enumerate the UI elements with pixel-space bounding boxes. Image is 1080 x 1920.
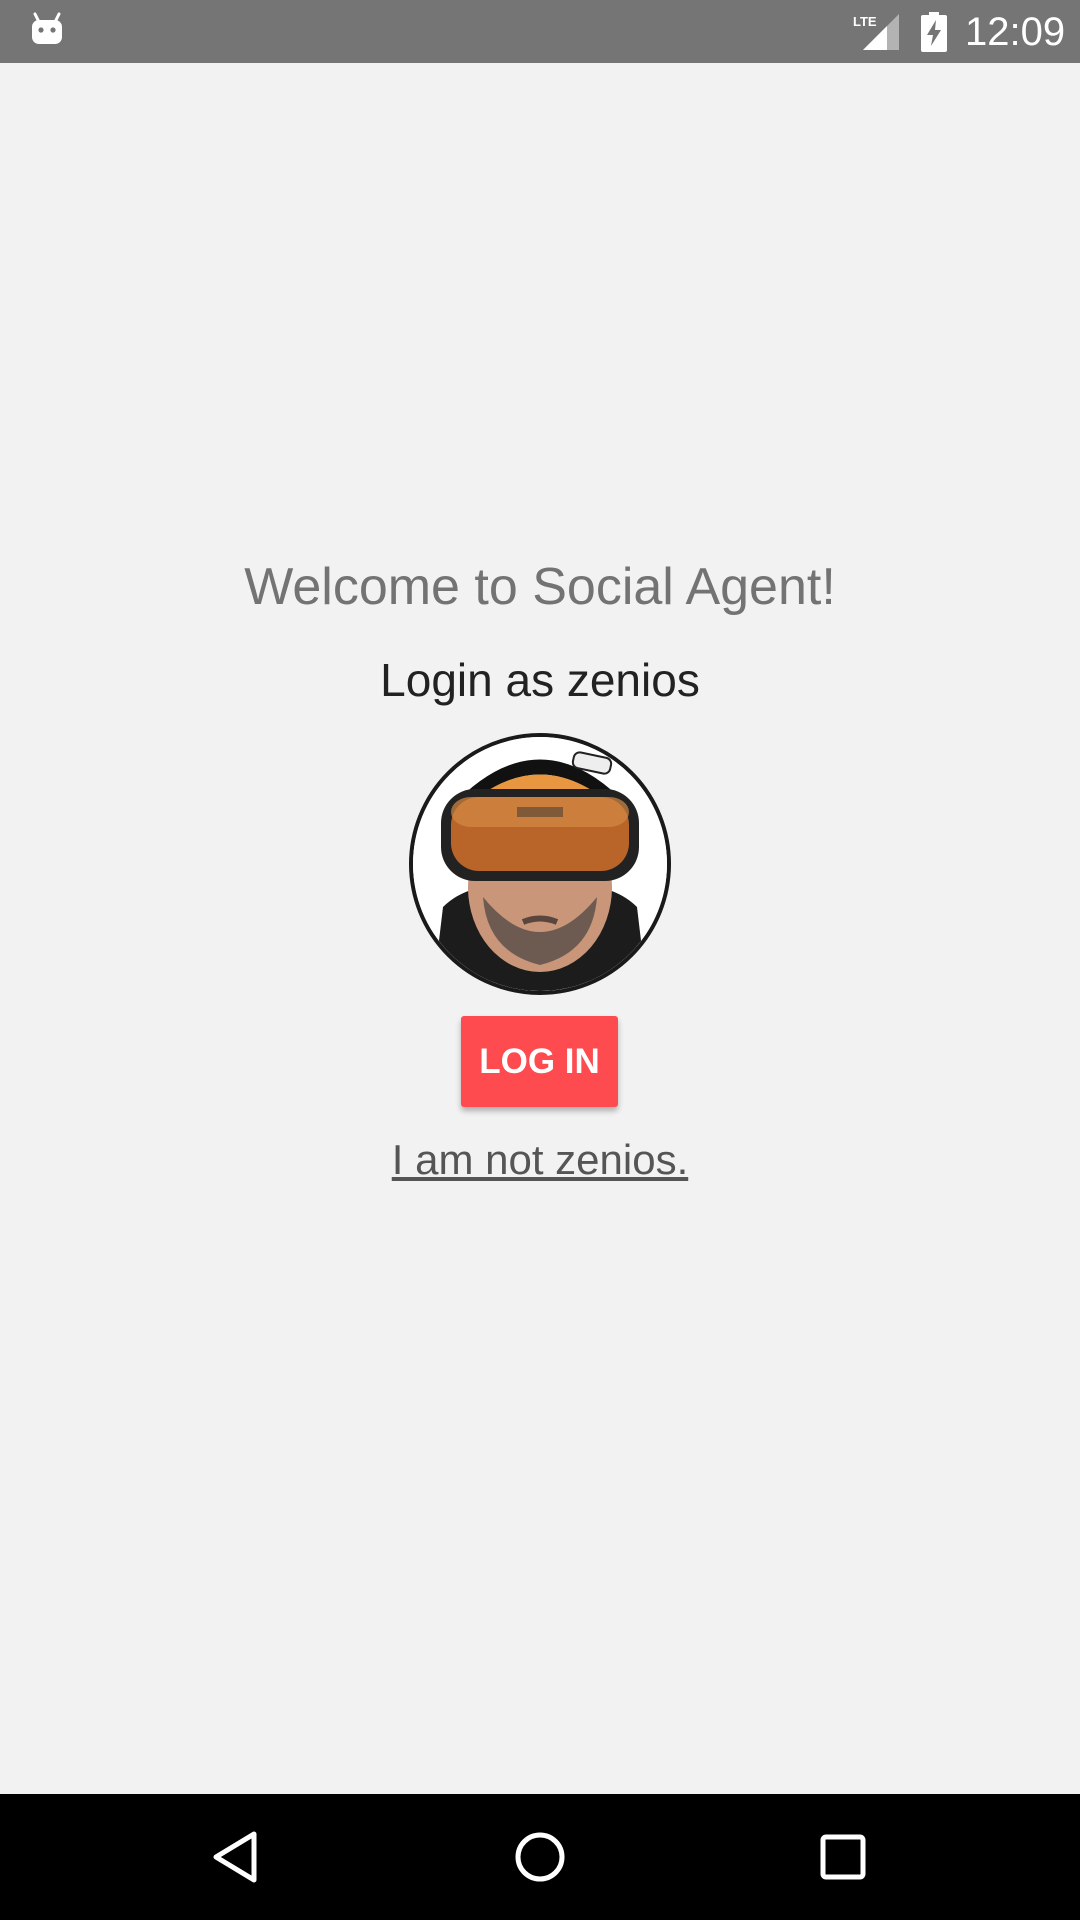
status-bar: LTE 12:09	[0, 0, 1080, 63]
recents-icon[interactable]	[808, 1822, 878, 1892]
login-button[interactable]: LOG IN	[461, 1016, 618, 1107]
welcome-title: Welcome to Social Agent!	[244, 558, 836, 616]
home-icon[interactable]	[505, 1822, 575, 1892]
user-avatar	[409, 733, 671, 995]
navigation-bar	[0, 1794, 1080, 1920]
login-as-label: Login as zenios	[380, 654, 700, 706]
back-icon[interactable]	[200, 1822, 270, 1892]
status-clock: 12:09	[965, 10, 1066, 54]
lte-signal-icon: LTE	[853, 12, 901, 57]
svg-text:LTE: LTE	[853, 14, 877, 29]
not-user-link[interactable]: I am not zenios.	[0, 1130, 1080, 1190]
battery-charging-icon	[921, 12, 947, 57]
android-icon	[30, 12, 64, 51]
